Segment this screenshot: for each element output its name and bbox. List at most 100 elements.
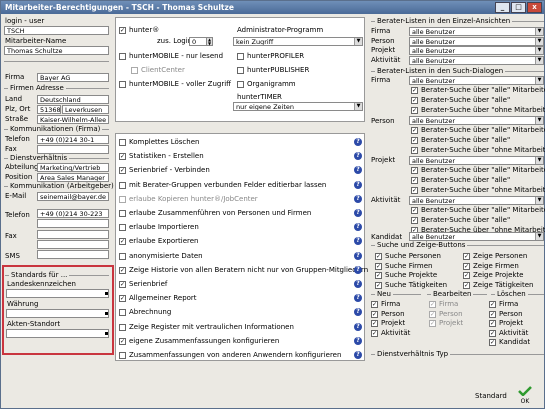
neu-checkbox[interactable]: ✓ [371, 310, 378, 318]
plz-field[interactable]: 51368 [37, 105, 61, 114]
fax2-field[interactable] [37, 230, 109, 239]
permission-checkbox[interactable] [119, 224, 126, 232]
landeskennzeichen-field[interactable] [6, 289, 109, 298]
loeschen-checkbox[interactable]: ✓ [489, 320, 496, 327]
einzel-select[interactable]: alle Benutzer ▼ [409, 27, 544, 36]
help-icon[interactable]: ? [354, 251, 362, 260]
email-field[interactable]: seinemail@bayer.de [37, 192, 109, 201]
toggle-checkbox[interactable]: ✓ [463, 262, 470, 270]
admin-select[interactable]: kein Zugriff ▼ [233, 37, 363, 46]
name-field[interactable]: Thomas Schultze [4, 46, 109, 55]
kandidat-select[interactable]: alle Benutzer ▼ [409, 232, 544, 241]
permission-checkbox[interactable] [119, 181, 126, 189]
timer-select[interactable]: nur eigene Zeiten ▼ [233, 102, 363, 111]
bearbeiten-checkbox[interactable]: ✓ [429, 320, 436, 327]
toggle-checkbox[interactable]: ✓ [463, 253, 470, 260]
fax-field[interactable] [37, 145, 109, 154]
einzel-select[interactable]: alle Benutzer ▼ [409, 36, 544, 46]
help-icon[interactable]: ? [354, 336, 362, 345]
search-option-checkbox[interactable]: ✓ [411, 107, 418, 114]
permission-checkbox[interactable]: ✓ [119, 167, 126, 175]
telefon2-extra-field[interactable] [37, 219, 109, 228]
help-icon[interactable]: ? [354, 265, 362, 274]
search-option-checkbox[interactable]: ✓ [411, 137, 418, 144]
toggle-checkbox[interactable]: ✓ [375, 272, 382, 279]
minimize-button[interactable]: _ [495, 2, 510, 13]
such-aktivitaet-select[interactable]: alle Benutzer ▼ [409, 196, 544, 205]
einzel-select[interactable]: alle Benutzer ▼ [409, 55, 544, 65]
ok-button[interactable]: OK [518, 386, 532, 405]
permission-checkbox[interactable] [119, 309, 126, 317]
waehrung-field[interactable] [6, 309, 109, 318]
toggle-checkbox[interactable]: ✓ [463, 281, 470, 289]
search-option-checkbox[interactable]: ✓ [411, 207, 418, 214]
permission-checkbox[interactable]: ✓ [119, 153, 126, 161]
permission-checkbox[interactable] [119, 323, 126, 331]
telefon-field[interactable]: +49 (0)214 30-1 [37, 135, 109, 144]
search-option-checkbox[interactable]: ✓ [411, 97, 418, 104]
ort-field[interactable]: Leverkusen [62, 105, 109, 114]
loeschen-checkbox[interactable]: ✓ [489, 339, 496, 346]
strasse-field[interactable]: Kaiser-Wilhelm-Allee 1 [37, 115, 109, 124]
mobile-read-checkbox[interactable] [119, 53, 126, 60]
toggle-checkbox[interactable]: ✓ [375, 281, 382, 289]
loeschen-checkbox[interactable]: ✓ [489, 310, 496, 318]
login-field[interactable]: TSCH [4, 26, 109, 35]
toggle-checkbox[interactable]: ✓ [375, 262, 382, 270]
clientcenter-checkbox[interactable] [131, 67, 138, 74]
akten-standort-field[interactable] [6, 329, 109, 338]
permission-checkbox[interactable]: ✓ [119, 266, 126, 274]
position-field[interactable]: Area Sales Manager [37, 173, 109, 182]
help-icon[interactable]: ? [354, 194, 362, 203]
help-icon[interactable]: ? [354, 322, 362, 331]
mobile-full-checkbox[interactable] [119, 81, 126, 88]
search-option-checkbox[interactable]: ✓ [411, 127, 418, 134]
search-option-checkbox[interactable]: ✓ [411, 167, 418, 174]
neu-checkbox[interactable]: ✓ [371, 301, 378, 308]
permission-checkbox[interactable]: ✓ [119, 295, 126, 303]
logins-field[interactable]: 0 [189, 37, 207, 46]
neu-checkbox[interactable]: ✓ [371, 320, 378, 327]
sms-field[interactable] [37, 250, 109, 259]
permission-checkbox[interactable]: ✓ [119, 238, 126, 246]
help-icon[interactable]: ? [354, 280, 362, 288]
permission-checkbox[interactable] [119, 252, 126, 260]
help-icon[interactable]: ? [354, 209, 362, 217]
search-option-checkbox[interactable]: ✓ [411, 147, 418, 154]
neu-checkbox[interactable]: ✓ [371, 329, 378, 337]
logins-spinner[interactable]: ▲ ▼ [206, 37, 213, 46]
organigramm-checkbox[interactable] [237, 81, 244, 88]
help-icon[interactable]: ? [354, 351, 362, 359]
toggle-checkbox[interactable]: ✓ [463, 272, 470, 279]
fax2-extra-field[interactable] [37, 240, 109, 249]
close-button[interactable]: x [527, 2, 542, 13]
profiler-checkbox[interactable] [237, 53, 244, 60]
permission-checkbox[interactable] [119, 139, 126, 146]
firma-field[interactable]: Bayer AG [37, 73, 109, 82]
bearbeiten-checkbox[interactable]: ✓ [429, 310, 436, 318]
publisher-checkbox[interactable] [237, 67, 244, 74]
such-projekt-select[interactable]: alle Benutzer ▼ [409, 156, 544, 165]
toggle-checkbox[interactable]: ✓ [375, 253, 382, 260]
land-field[interactable]: Deutschland [37, 95, 109, 104]
loeschen-checkbox[interactable]: ✓ [489, 329, 496, 337]
search-option-checkbox[interactable]: ✓ [411, 177, 418, 184]
help-icon[interactable]: ? [354, 180, 362, 189]
such-person-select[interactable]: alle Benutzer ▼ [409, 116, 544, 125]
permission-checkbox[interactable] [119, 195, 126, 203]
search-option-checkbox[interactable]: ✓ [411, 87, 418, 94]
einzel-select[interactable]: alle Benutzer ▼ [409, 46, 544, 55]
telefon2-field[interactable]: +49 (0)214 30-223 [37, 209, 109, 218]
permission-checkbox[interactable]: ✓ [119, 337, 126, 345]
bearbeiten-checkbox[interactable]: ✓ [429, 301, 436, 308]
permission-checkbox[interactable]: ✓ [119, 281, 126, 288]
abteilung-field[interactable]: Marketing/Vertrieb [37, 163, 109, 172]
hunter-checkbox[interactable]: ✓ [119, 27, 126, 34]
search-option-checkbox[interactable]: ✓ [411, 217, 418, 224]
permission-checkbox[interactable] [119, 210, 126, 217]
loeschen-checkbox[interactable]: ✓ [489, 301, 496, 308]
help-icon[interactable]: ? [354, 138, 362, 146]
permission-checkbox[interactable] [119, 352, 126, 359]
search-option-checkbox[interactable]: ✓ [411, 187, 418, 194]
such-firma-select[interactable]: alle Benutzer ▼ [409, 76, 544, 85]
